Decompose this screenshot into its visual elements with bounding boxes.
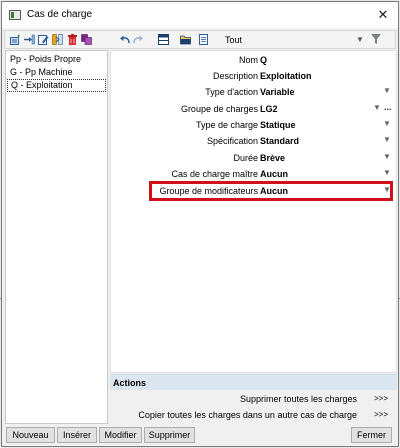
property-label: Type d'action xyxy=(205,87,258,97)
property-row-description[interactable]: Description Exploitation xyxy=(111,68,396,84)
delete-icon[interactable] xyxy=(67,34,78,45)
properties-panel: Nom Q Description Exploitation Type d'ac… xyxy=(110,50,397,373)
bottom-button-bar: Nouveau Insérer Modifier Supprimer Ferme… xyxy=(2,425,398,447)
property-row-groupe-charges[interactable]: Groupe de charges LG2 ▼ ... xyxy=(111,101,396,117)
chevron-down-icon[interactable]: ▼ xyxy=(383,168,391,177)
actions-header: Actions xyxy=(110,374,397,390)
action-row-copy-all: Copier toutes les charges dans un autre … xyxy=(110,407,397,423)
load-case-list: Pp - Poids Propre G - Pp Machine Q - Exp… xyxy=(5,50,108,424)
property-row-type-charge[interactable]: Type de charge Statique ▼ xyxy=(111,117,396,133)
edit-icon[interactable] xyxy=(38,34,49,45)
property-label: Description xyxy=(212,71,258,81)
property-label: Spécification xyxy=(206,136,258,146)
window-title: Cas de charge xyxy=(27,9,93,20)
property-row-specification[interactable]: Spécification Standard ▼ xyxy=(111,133,396,149)
new-button[interactable]: Nouveau xyxy=(6,427,55,443)
property-label: Nom xyxy=(238,55,258,65)
modify-button[interactable]: Modifier xyxy=(99,427,142,443)
master-load-case-select[interactable]: Aucun xyxy=(260,169,288,179)
delete-all-loads-button[interactable]: >>> xyxy=(369,392,393,405)
add-load-case-icon[interactable] xyxy=(10,34,21,45)
load-case-dialog: Cas de charge ✕ Tout ▼ Pp - Poids Propre… xyxy=(1,1,399,447)
insert-icon[interactable] xyxy=(24,34,35,45)
delete-button[interactable]: Supprimer xyxy=(144,427,195,443)
filter-dropdown-icon[interactable]: ▼ xyxy=(356,35,364,44)
window-icon xyxy=(9,10,21,20)
property-label: Durée xyxy=(233,153,258,163)
document-icon[interactable] xyxy=(198,34,209,45)
duration-select[interactable]: Brève xyxy=(260,153,285,163)
description-field[interactable]: Exploitation xyxy=(260,71,312,81)
property-row-duree[interactable]: Durée Brève ▼ xyxy=(111,150,396,166)
action-row-delete-all: Supprimer toutes les charges >>> xyxy=(110,391,397,407)
name-field[interactable]: Q xyxy=(260,55,267,65)
insert-button[interactable]: Insérer xyxy=(57,427,97,443)
property-row-type-action[interactable]: Type d'action Variable ▼ xyxy=(111,84,396,100)
filter-selector-value[interactable]: Tout xyxy=(225,35,242,45)
list-item[interactable]: G - Pp Machine xyxy=(7,66,106,79)
action-label: Supprimer toutes les charges xyxy=(239,394,357,404)
property-label: Groupe de charges xyxy=(180,104,258,114)
chevron-down-icon[interactable]: ▼ xyxy=(383,152,391,161)
specification-select[interactable]: Standard xyxy=(260,136,299,146)
title-bar: Cas de charge ✕ xyxy=(2,2,398,28)
toolbar: Tout ▼ xyxy=(4,30,396,49)
load-group-select[interactable]: LG2 xyxy=(260,104,278,114)
property-label: Cas de charge maître xyxy=(171,169,258,179)
copy-icon[interactable] xyxy=(81,34,92,45)
action-label: Copier toutes les charges dans un autre … xyxy=(138,410,357,420)
property-row-nom[interactable]: Nom Q xyxy=(111,52,396,68)
redo-icon[interactable] xyxy=(133,34,144,45)
browse-button[interactable]: ... xyxy=(384,102,392,112)
undo-icon[interactable] xyxy=(119,34,130,45)
chevron-down-icon[interactable]: ▼ xyxy=(383,86,391,95)
property-label: Type de charge xyxy=(195,120,258,130)
split-icon[interactable] xyxy=(52,34,63,45)
chevron-down-icon[interactable]: ▼ xyxy=(383,119,391,128)
property-row-cas-maitre[interactable]: Cas de charge maître Aucun ▼ xyxy=(111,166,396,182)
action-type-select[interactable]: Variable xyxy=(260,87,295,97)
list-item[interactable]: Pp - Poids Propre xyxy=(7,53,106,66)
highlight-annotation xyxy=(149,181,393,201)
actions-title: Actions xyxy=(113,378,147,388)
table-icon[interactable] xyxy=(158,34,169,45)
chevron-down-icon[interactable]: ▼ xyxy=(383,135,391,144)
funnel-filter-icon[interactable] xyxy=(370,33,382,45)
close-button[interactable]: Fermer xyxy=(351,427,392,443)
copy-all-loads-button[interactable]: >>> xyxy=(369,408,393,421)
chevron-down-icon[interactable]: ▼ xyxy=(373,103,381,112)
folder-icon[interactable] xyxy=(180,34,191,45)
load-type-select[interactable]: Statique xyxy=(260,120,296,130)
close-icon[interactable]: ✕ xyxy=(368,2,398,28)
list-item-selected[interactable]: Q - Exploitation xyxy=(7,79,106,92)
